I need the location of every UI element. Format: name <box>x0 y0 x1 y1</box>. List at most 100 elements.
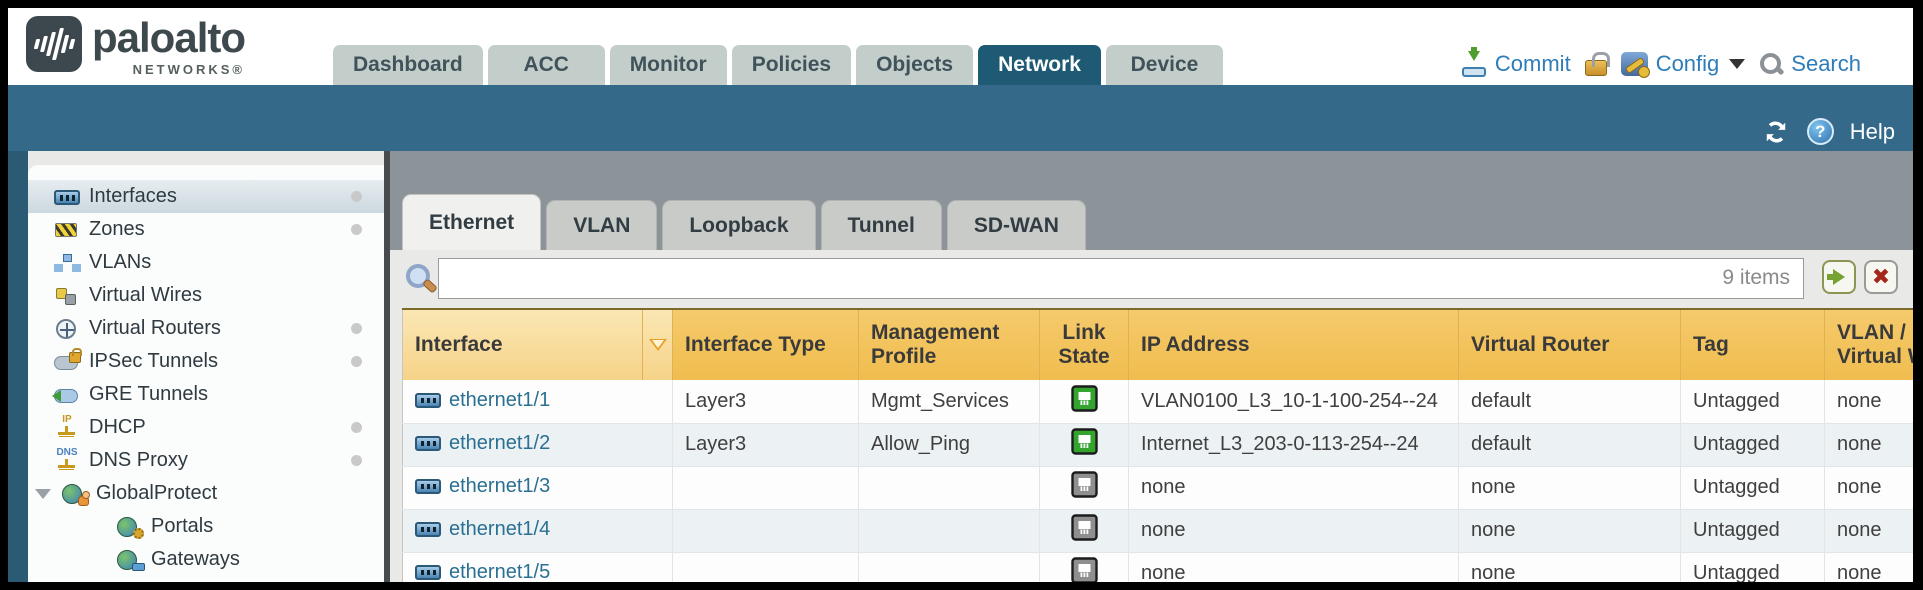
table-header-row: Interface Interface Type Management Prof… <box>403 309 1914 380</box>
col-header-management-profile[interactable]: Management Profile <box>859 309 1040 380</box>
tab-objects[interactable]: Objects <box>856 45 973 85</box>
column-sort-dropdown[interactable] <box>643 309 673 380</box>
top-actions: Commit Config Search <box>1461 46 1861 82</box>
sidebar-item-interfaces[interactable]: Interfaces <box>28 180 384 213</box>
interface-link[interactable]: ethernet1/4 <box>415 518 550 541</box>
cell-interface-type: Layer3 <box>673 423 859 466</box>
paloalto-logo: paloalto NETWORKS® <box>26 16 245 77</box>
cell-ip-address: none <box>1129 509 1459 552</box>
tab-vlan[interactable]: VLAN <box>546 200 657 250</box>
right-arrow-icon <box>1833 269 1845 285</box>
tab-loopback[interactable]: Loopback <box>662 200 815 250</box>
tab-ethernet[interactable]: Ethernet <box>402 194 541 250</box>
cell-management-profile <box>859 552 1040 582</box>
interfaces-table: Interface Interface Type Management Prof… <box>390 308 1913 582</box>
sidebar-item-gateways[interactable]: Gateways <box>28 543 384 576</box>
sidebar-item-vlans[interactable]: VLANs <box>28 246 384 279</box>
config-menu-button[interactable]: Config <box>1621 51 1746 77</box>
clear-filter-button[interactable]: ✖ <box>1864 260 1898 294</box>
cell-management-profile <box>859 509 1040 552</box>
cell-tag: Untagged <box>1681 466 1825 509</box>
cell-interface-type <box>673 552 859 582</box>
link-state-icon <box>1071 514 1098 541</box>
sidebar-item-virtual-wires[interactable]: Virtual Wires <box>28 279 384 312</box>
paloalto-logo-icon <box>26 16 82 72</box>
gre-tunnels-icon <box>54 384 80 406</box>
refresh-icon[interactable] <box>1761 119 1791 145</box>
cell-tag: Untagged <box>1681 509 1825 552</box>
tab-monitor[interactable]: Monitor <box>610 45 727 85</box>
interface-link[interactable]: ethernet1/5 <box>415 561 550 582</box>
sidebar-item-label: GlobalProtect <box>96 482 217 505</box>
table-row[interactable]: ethernet1/1 Layer3 Mgmt_Services VLAN010… <box>403 380 1914 423</box>
sidebar-item-label: Virtual Wires <box>89 284 202 307</box>
help-icon[interactable]: ? <box>1807 118 1834 145</box>
cell-tag: Untagged <box>1681 380 1825 423</box>
sidebar-item-portals[interactable]: Portals <box>28 510 384 543</box>
sidebar-item-label: Gateways <box>151 548 240 571</box>
sidebar-item-dhcp[interactable]: IP DHCP <box>28 411 384 444</box>
config-icon <box>1621 52 1648 76</box>
col-header-ip-address[interactable]: IP Address <box>1129 309 1459 380</box>
cell-vlan: none <box>1825 552 1914 582</box>
tab-network[interactable]: Network <box>978 45 1101 85</box>
cell-ip-address: Internet_L3_203-0-113-254--24 <box>1129 423 1459 466</box>
tab-tunnel[interactable]: Tunnel <box>821 200 942 250</box>
col-header-interface[interactable]: Interface <box>403 309 643 380</box>
table-row[interactable]: ethernet1/4 none none Untagged none <box>403 509 1914 552</box>
col-header-link-state[interactable]: Link State <box>1040 309 1129 380</box>
col-header-tag[interactable]: Tag <box>1681 309 1825 380</box>
cell-vlan: none <box>1825 466 1914 509</box>
lock-icon[interactable] <box>1585 60 1607 76</box>
left-gutter <box>8 151 28 582</box>
sidebar-item-dns-proxy[interactable]: DNS DNS Proxy <box>28 444 384 477</box>
interface-link[interactable]: ethernet1/2 <box>415 432 550 455</box>
sidebar-item-gre-tunnels[interactable]: GRE Tunnels <box>28 378 384 411</box>
content-area: Interfaces Zones VLANs Virtual Wires <box>8 151 1913 582</box>
interface-link[interactable]: ethernet1/3 <box>415 475 550 498</box>
sidebar-item-virtual-routers[interactable]: Virtual Routers <box>28 312 384 345</box>
apply-filter-button[interactable] <box>1822 260 1856 294</box>
table-row[interactable]: ethernet1/3 none none Untagged none <box>403 466 1914 509</box>
tab-sdwan[interactable]: SD-WAN <box>947 200 1086 250</box>
cell-tag: Untagged <box>1681 423 1825 466</box>
filter-input[interactable] <box>438 258 1804 299</box>
help-label[interactable]: Help <box>1850 119 1895 145</box>
cell-management-profile <box>859 466 1040 509</box>
cell-vlan: none <box>1825 380 1914 423</box>
col-header-interface-type[interactable]: Interface Type <box>673 309 859 380</box>
subtab-strip: Ethernet VLAN Loopback Tunnel SD-WAN <box>390 151 1913 250</box>
cell-virtual-router: default <box>1459 380 1681 423</box>
expander-icon[interactable] <box>35 489 51 499</box>
cell-virtual-router: none <box>1459 509 1681 552</box>
table-row[interactable]: ethernet1/5 none none Untagged none <box>403 552 1914 582</box>
gateways-icon <box>116 549 142 571</box>
cell-interface-type <box>673 509 859 552</box>
sidebar-item-globalprotect[interactable]: GlobalProtect <box>28 477 384 510</box>
interface-link[interactable]: ethernet1/1 <box>415 389 550 412</box>
ethernet-icon <box>415 393 441 408</box>
link-state-icon <box>1071 385 1098 412</box>
config-label: Config <box>1656 51 1720 77</box>
cell-ip-address: VLAN0100_L3_10-1-100-254--24 <box>1129 380 1459 423</box>
col-header-vlan-virtual-wire[interactable]: VLAN / Virtual Wire <box>1825 309 1914 380</box>
col-header-virtual-router[interactable]: Virtual Router <box>1459 309 1681 380</box>
brand-subtitle: NETWORKS® <box>133 62 245 77</box>
close-icon: ✖ <box>1872 266 1890 288</box>
item-dot <box>351 224 362 235</box>
sidebar-item-label: Virtual Routers <box>89 317 221 340</box>
tab-acc[interactable]: ACC <box>488 45 605 85</box>
tab-dashboard[interactable]: Dashboard <box>333 45 483 85</box>
sidebar-item-ipsec-tunnels[interactable]: IPSec Tunnels <box>28 345 384 378</box>
top-bar: paloalto NETWORKS® Dashboard ACC Monitor… <box>8 8 1913 85</box>
tab-device[interactable]: Device <box>1106 45 1223 85</box>
table-row[interactable]: ethernet1/2 Layer3 Allow_Ping Internet_L… <box>403 423 1914 466</box>
virtual-wires-icon <box>54 285 80 307</box>
link-state-icon <box>1071 557 1098 582</box>
sidebar-item-label: VLANs <box>89 251 151 274</box>
commit-button[interactable]: Commit <box>1461 51 1571 77</box>
sidebar-item-zones[interactable]: Zones <box>28 213 384 246</box>
virtual-routers-icon <box>54 318 80 340</box>
tab-policies[interactable]: Policies <box>732 45 851 85</box>
search-button[interactable]: Search <box>1759 51 1861 77</box>
